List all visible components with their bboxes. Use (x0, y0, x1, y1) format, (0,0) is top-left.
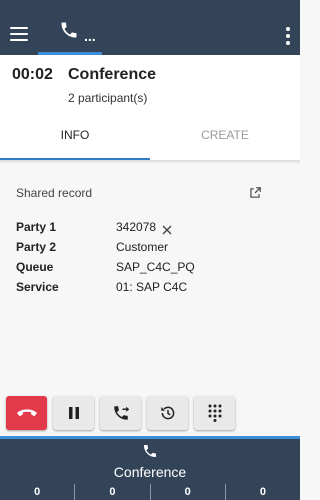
more-vert-icon[interactable] (282, 25, 294, 47)
tab-create-label: CREATE (201, 128, 249, 142)
hamburger-menu-icon[interactable] (7, 22, 31, 46)
detail-value-queue: SAP_C4C_PQ (116, 260, 195, 274)
active-call-panel[interactable]: Conference 0 0 0 0 (0, 436, 300, 500)
detail-key-queue: Queue (16, 260, 54, 274)
phone-icon (61, 22, 77, 38)
tab-info-label: INFO (60, 128, 90, 142)
detail-key-party2: Party 2 (16, 240, 57, 254)
detail-key-party1: Party 1 (16, 220, 57, 234)
history-icon (160, 406, 174, 420)
detail-value-party1: 342078 (116, 220, 157, 234)
counter-4: 0 (259, 486, 266, 498)
phone-icon (144, 445, 156, 457)
counter-3: 0 (151, 484, 226, 500)
detail-key-service: Service (16, 280, 59, 294)
call-title: Conference (68, 66, 157, 83)
participant-count: 2 participant(s) (68, 91, 148, 105)
tab-create[interactable]: CREATE (150, 120, 300, 160)
tab-info[interactable]: INFO (0, 120, 150, 160)
top-bar: ... (0, 0, 300, 55)
history-button[interactable] (147, 396, 188, 430)
transfer-call-icon (113, 406, 129, 420)
header-shadow (0, 160, 300, 164)
dialpad-icon (208, 404, 221, 422)
phone-tab[interactable]: ... (38, 0, 102, 55)
clear-icon[interactable] (162, 222, 172, 235)
counter-2: 0 (75, 484, 151, 500)
call-header: 00:02 Conference 2 participant(s) INFO C… (0, 55, 300, 160)
transfer-button[interactable] (100, 396, 141, 430)
counter-bar: 0 0 0 0 (0, 484, 300, 500)
open-external-icon[interactable] (248, 186, 262, 200)
active-call-label: Conference (113, 464, 187, 480)
keypad-button[interactable] (194, 396, 235, 430)
detail-value-party2: Customer (116, 240, 169, 254)
call-timer: 00:02 (12, 66, 53, 83)
hang-up-icon (16, 409, 37, 417)
more-indicator: ... (84, 28, 96, 44)
detail-value-service: 01: SAP C4C (116, 280, 188, 294)
counter-1: 0 (0, 484, 76, 500)
hold-button[interactable] (53, 396, 94, 430)
hang-up-button[interactable] (6, 396, 47, 430)
pause-icon (68, 407, 79, 419)
shared-record-label: Shared record (16, 186, 93, 200)
